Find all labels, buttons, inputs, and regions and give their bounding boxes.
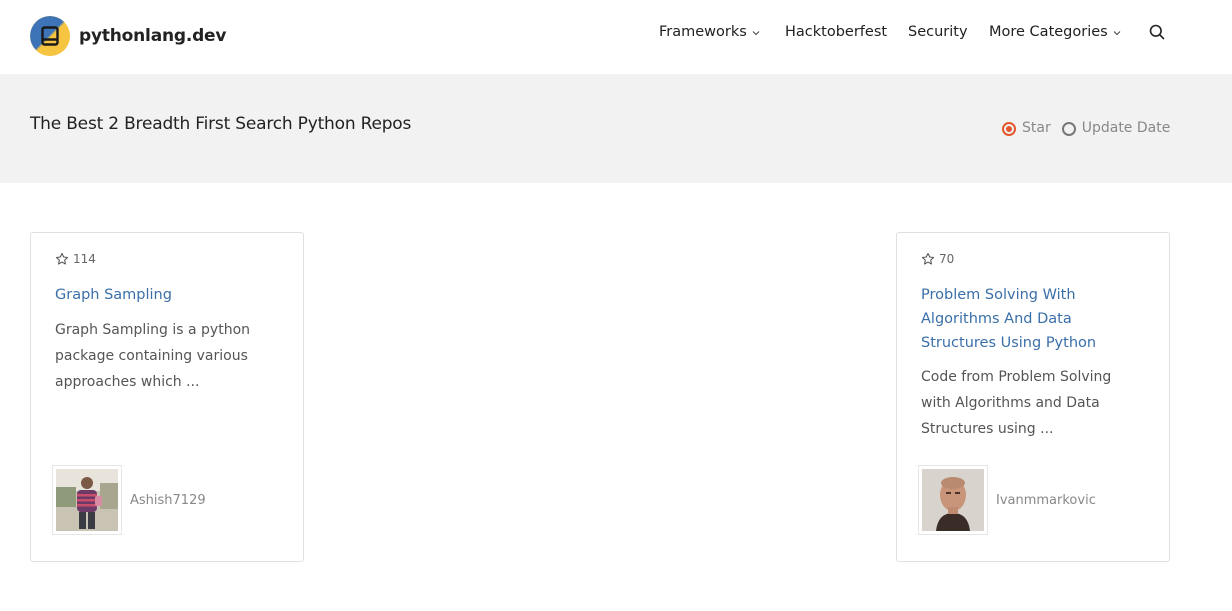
owner-name[interactable]: Ivanmmarkovic [996, 493, 1096, 508]
star-count-value: 114 [73, 252, 96, 266]
nav-label: More Categories [989, 24, 1108, 40]
repo-owner: Ivanmmarkovic [918, 465, 1096, 535]
sort-options: Star Update Date [1002, 119, 1170, 136]
chevron-down-icon [752, 30, 760, 35]
owner-name[interactable]: Ashish7129 [130, 493, 206, 508]
nav-item-hacktoberfest[interactable]: Hacktoberfest [785, 24, 908, 40]
page-title: The Best 2 Breadth First Search Python R… [30, 114, 412, 134]
nav-label: Frameworks [659, 24, 747, 40]
star-icon [55, 252, 69, 265]
search-icon [1149, 24, 1165, 40]
sort-label: Update Date [1081, 119, 1171, 136]
main-nav: Frameworks Hacktoberfest Security More C… [659, 24, 1165, 40]
repo-title-link[interactable]: Graph Sampling [55, 283, 285, 307]
nav-item-frameworks[interactable]: Frameworks [659, 24, 785, 40]
repo-card: 114 Graph Sampling Graph Sampling is a p… [30, 232, 304, 562]
repo-card: 70 Problem Solving With Algorithms And D… [896, 232, 1170, 562]
star-count: 70 [921, 252, 954, 266]
avatar[interactable] [918, 465, 988, 535]
chevron-down-icon [1113, 30, 1121, 35]
star-count-value: 70 [939, 252, 955, 266]
site-logo[interactable]: pythonlang.dev [30, 16, 226, 56]
site-name: pythonlang.dev [79, 26, 227, 46]
nav-label: Security [908, 24, 968, 40]
sort-by-star-radio[interactable]: Star [1002, 119, 1051, 136]
sort-label: Star [1022, 119, 1051, 136]
repo-description: Code from Problem Solving with Algorithm… [921, 369, 1112, 437]
nav-item-security[interactable]: Security [908, 24, 989, 40]
repo-owner: Ashish7129 [52, 465, 206, 535]
search-button[interactable] [1149, 24, 1165, 40]
nav-item-more-categories[interactable]: More Categories [989, 24, 1149, 40]
nav-label: Hacktoberfest [785, 24, 888, 40]
sort-by-update-date-radio[interactable]: Update Date [1061, 119, 1171, 136]
book-icon [30, 16, 70, 56]
star-icon [921, 252, 935, 265]
repo-description: Graph Sampling is a python package conta… [55, 322, 251, 390]
repo-title-link[interactable]: Problem Solving With Algorithms And Data… [921, 283, 1151, 355]
radio-unchecked-icon [1061, 122, 1076, 136]
star-count: 114 [55, 252, 96, 266]
page-banner: The Best 2 Breadth First Search Python R… [0, 74, 1232, 183]
avatar-image [922, 469, 984, 531]
avatar-image [56, 469, 118, 531]
avatar[interactable] [52, 465, 122, 535]
site-header: pythonlang.dev Frameworks Hacktoberfest … [0, 0, 1232, 74]
radio-checked-icon [1002, 122, 1016, 136]
